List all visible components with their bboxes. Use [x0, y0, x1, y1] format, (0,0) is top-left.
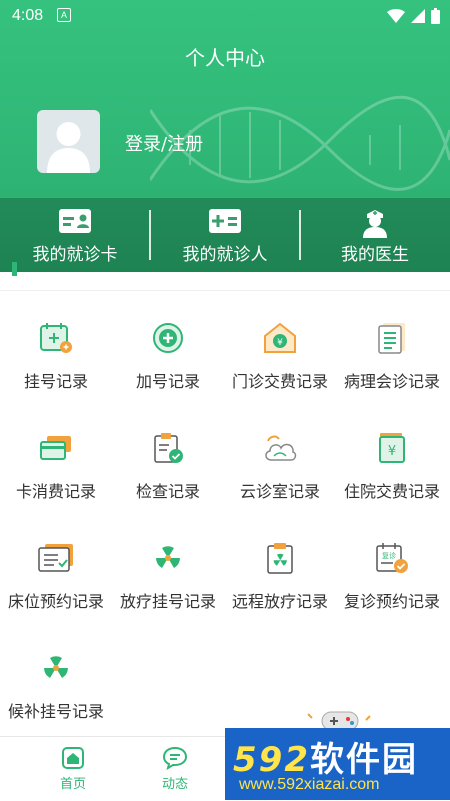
grid-item-label: 放疗挂号记录 — [119, 592, 216, 611]
svg-text:¥: ¥ — [388, 444, 396, 459]
grid-item-label: 住院交费记录 — [343, 482, 440, 501]
shortcut-bar: 我的就诊卡 我的就诊人 我的医生 — [0, 198, 450, 272]
tab-label: 首页 — [59, 777, 86, 792]
status-bar: 4:08 A — [0, 0, 450, 32]
grid-item-label: 检查记录 — [135, 482, 200, 501]
shortcut-label: 我的就诊卡 — [32, 245, 118, 265]
section-header — [0, 272, 450, 291]
shortcut-my-card[interactable]: 我的就诊卡 — [0, 198, 150, 272]
tab-home[interactable]: 首页 — [38, 743, 108, 792]
radiation-icon — [0, 648, 112, 688]
revisit-calendar-icon: 复诊 — [336, 538, 448, 578]
grid-item-label: 卡消费记录 — [15, 482, 96, 501]
grid-item-outpatient-fee-record[interactable]: ¥ 门诊交费记录 — [224, 318, 336, 392]
grid-item-revisit-booking-record[interactable]: 复诊 复诊预约记录 — [336, 538, 448, 612]
watermark-logo: 592软件园 www.592xiazai.com — [225, 728, 450, 800]
grid-item-label: 远程放疗记录 — [231, 592, 328, 611]
grid-item-remote-radiotherapy-record[interactable]: 远程放疗记录 — [224, 538, 336, 612]
document-list-icon — [336, 318, 448, 358]
grid-item-register-record[interactable]: 挂号记录 — [0, 318, 112, 392]
grid-item-radiotherapy-register-record[interactable]: 放疗挂号记录 — [112, 538, 224, 612]
svg-text:¥: ¥ — [277, 338, 283, 348]
login-register-link[interactable]: 登录/注册 — [125, 130, 203, 156]
yen-folder-icon: ¥ — [336, 428, 448, 468]
section-marker — [12, 262, 17, 276]
grid-item-waitlist-register-record[interactable]: 候补挂号记录 — [0, 648, 112, 722]
add-patient-icon — [208, 208, 242, 236]
house-coin-icon: ¥ — [224, 318, 336, 358]
shortcut-label: 我的医生 — [341, 245, 409, 265]
shortcut-divider — [299, 210, 301, 260]
grid-item-pathology-consult-record[interactable]: 病理会诊记录 — [336, 318, 448, 392]
card-stack-icon — [0, 428, 112, 468]
revisit-badge-text: 复诊 — [382, 551, 396, 560]
cloud-icon — [224, 428, 336, 468]
watermark-url: www.592xiazai.com — [239, 776, 380, 793]
home-icon — [38, 743, 108, 773]
plus-circle-icon — [112, 318, 224, 358]
shortcut-my-doctor[interactable]: 我的医生 — [300, 198, 450, 272]
profile-header: 个人中心 登录/注册 我的就诊卡 我的就诊人 我的医生 — [0, 0, 450, 272]
grid-item-label: 加号记录 — [135, 372, 200, 391]
battery-icon — [431, 8, 440, 24]
shortcut-label: 我的就诊人 — [182, 245, 268, 265]
grid-item-label: 门诊交费记录 — [231, 372, 328, 391]
chat-icon — [140, 743, 210, 773]
grid-item-bed-booking-record[interactable]: 床位预约记录 — [0, 538, 112, 612]
grid-item-inpatient-fee-record[interactable]: ¥ 住院交费记录 — [336, 428, 448, 502]
card-icon — [58, 208, 92, 236]
calendar-plus-icon — [0, 318, 112, 358]
avatar[interactable] — [37, 110, 100, 173]
wifi-icon — [387, 9, 405, 23]
grid-item-label: 复诊预约记录 — [343, 592, 440, 611]
tab-label: 动态 — [161, 777, 188, 792]
grid-item-cloud-clinic-record[interactable]: 云诊室记录 — [224, 428, 336, 502]
watermark-brand: 软件园 — [309, 740, 418, 780]
grid-item-card-spending-record[interactable]: 卡消费记录 — [0, 428, 112, 502]
grid-item-add-number-record[interactable]: 加号记录 — [112, 318, 224, 392]
tab-feed[interactable]: 动态 — [140, 743, 210, 792]
grid-item-label: 候补挂号记录 — [7, 702, 104, 721]
signal-icon — [411, 9, 425, 23]
grid-item-label: 床位预约记录 — [7, 592, 104, 611]
status-time: 4:08 — [12, 7, 44, 24]
user-silhouette-icon — [47, 122, 90, 173]
watermark-number: 592 — [233, 740, 310, 780]
notification-a-icon: A — [57, 8, 71, 22]
shortcut-my-patient[interactable]: 我的就诊人 — [150, 198, 300, 272]
radiation-icon — [112, 538, 224, 578]
page-title: 个人中心 — [185, 46, 265, 70]
grid-item-label: 云诊室记录 — [239, 482, 320, 501]
clipboard-check-icon — [112, 428, 224, 468]
grid-item-label: 挂号记录 — [23, 372, 88, 391]
doctor-icon — [361, 208, 389, 238]
radiation-clipboard-icon — [224, 538, 336, 578]
shortcut-divider — [149, 210, 151, 260]
bed-list-icon — [0, 538, 112, 578]
grid-item-label: 病理会诊记录 — [343, 372, 440, 391]
grid-item-exam-record[interactable]: 检查记录 — [112, 428, 224, 502]
